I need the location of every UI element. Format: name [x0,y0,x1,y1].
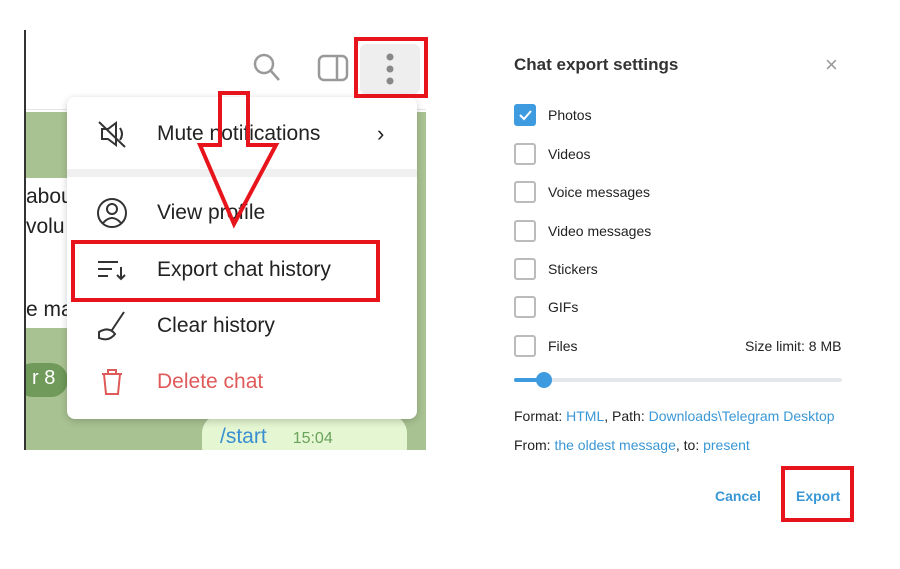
checkbox-label: Videos [548,146,591,162]
chevron-right-icon: › [377,121,385,146]
checkbox-stickers[interactable] [514,258,536,280]
check-icon [519,110,532,121]
sidebar-toggle-icon[interactable] [317,54,349,87]
highlight-export-button [781,466,854,522]
size-limit-label: Size limit: 8 MB [745,338,842,354]
menu-label: Delete chat [157,370,264,393]
checkbox-label: Video messages [548,223,652,239]
checkbox-label: Files [548,338,578,354]
profile-icon [67,197,157,229]
text: volu [26,215,65,238]
highlight-more-button [354,37,428,98]
text: From: [514,437,555,453]
checkbox-label: GIFs [548,299,579,315]
checkbox-video-messages[interactable] [514,220,536,242]
size-slider[interactable] [514,372,842,388]
menu-item-delete-chat[interactable]: Delete chat [67,357,417,407]
broom-icon [67,310,157,342]
search-icon[interactable] [252,52,282,89]
format-link[interactable]: HTML [566,408,604,424]
text: e ma [26,298,71,321]
checkbox-gifs[interactable] [514,296,536,318]
path-link[interactable]: Downloads\Telegram Desktop [649,408,835,424]
message-bubble: /start 15:04 [202,415,407,450]
text: , to: [675,437,704,453]
to-link[interactable]: present [703,437,750,453]
checkbox-label: Stickers [548,261,598,277]
checkbox-voice-messages[interactable] [514,181,536,203]
checkbox-videos[interactable] [514,143,536,165]
text: abou [26,185,71,208]
checkbox-photos[interactable] [514,104,536,126]
checkbox-label: Voice messages [548,184,650,200]
menu-item-clear-history[interactable]: Clear history [67,301,417,351]
message-text: /start [220,425,267,448]
range-line: From: the oldest message, to: present [514,437,750,453]
menu-label: Clear history [157,314,275,337]
text: Format: [514,408,567,424]
trash-icon [67,367,157,397]
cancel-button[interactable]: Cancel [715,488,761,504]
format-line: Format: HTML, Path: Downloads\Telegram D… [514,408,835,424]
dialog-title: Chat export settings [514,55,679,74]
mute-icon [67,119,157,149]
from-link[interactable]: the oldest message [554,437,675,453]
message-fragment: abou volu [26,178,71,248]
message-time: 15:04 [292,430,333,447]
down-arrow-annotation [196,91,280,229]
text: , Path: [604,408,649,424]
highlight-export-item [71,240,380,302]
date-badge: r 8 [26,363,68,397]
close-icon[interactable]: × [825,52,838,78]
slider-handle[interactable] [535,372,552,388]
checkbox-files[interactable] [514,335,536,357]
message-fragment: e ma [26,248,71,328]
checkbox-label: Photos [548,107,592,123]
